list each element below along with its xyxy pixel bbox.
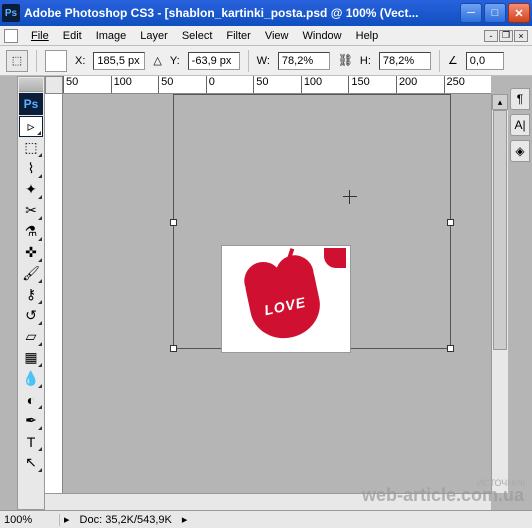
status-arrow-icon[interactable]: ▸ [178,513,192,526]
doc-close-button[interactable]: × [514,30,528,42]
scroll-thumb-v[interactable] [493,110,507,350]
titlebar: Ps Adobe Photoshop CS3 - [shablon_kartin… [0,0,532,26]
y-input[interactable] [188,52,240,70]
crop-tool[interactable]: ✂ [19,200,43,221]
doc-restore-button[interactable]: ❐ [499,30,513,42]
paragraph-panel-icon[interactable]: ¶ [510,88,530,110]
eraser-tool[interactable]: ▱ [19,326,43,347]
tool-preset-icon[interactable]: ⬚ [6,50,28,72]
zoom-arrow-icon[interactable]: ▸ [60,513,74,526]
menubar: File Edit Image Layer Select Filter View… [0,26,532,46]
marquee-tool[interactable]: ⬚ [19,137,43,158]
brush-tool[interactable]: 🖌 [19,263,43,284]
menu-help[interactable]: Help [349,28,386,44]
w-input[interactable] [278,52,330,70]
link-icon[interactable]: ⛓ [338,53,352,69]
handle-mid-right[interactable] [447,219,454,226]
menu-filter[interactable]: Filter [219,28,257,44]
options-bar: ⬚ X: △ Y: W: ⛓ H: ∠ [0,46,532,76]
close-button[interactable]: ✕ [508,3,530,23]
lasso-tool[interactable]: ⌇ [19,158,43,179]
ruler-origin[interactable] [45,76,63,94]
statusbar: 100% ▸ Doc: 35,2K/543,9K ▸ [0,510,532,528]
maximize-button[interactable]: □ [484,3,506,23]
move-tool[interactable]: ▹ [19,116,43,137]
zoom-value[interactable]: 100% [0,514,60,526]
heal-tool[interactable]: ✜ [19,242,43,263]
angle-label: ∠ [448,54,458,67]
doc-minimize-button[interactable]: - [484,30,498,42]
minimize-button[interactable]: ─ [460,3,482,23]
wand-tool[interactable]: ✦ [19,179,43,200]
menu-layer[interactable]: Layer [133,28,175,44]
menu-select[interactable]: Select [175,28,220,44]
canvas-area[interactable]: 5010050 050100 150200250 LOVE [45,76,508,510]
panel-dock: ¶ A| ◈ [508,76,532,510]
h-input[interactable] [379,52,431,70]
pen-tool[interactable]: ✒ [19,410,43,431]
blur-tool[interactable]: 💧 [19,368,43,389]
slice-tool[interactable]: ⚗ [19,221,43,242]
ruler-vertical[interactable] [45,94,63,493]
menu-file[interactable]: File [24,28,56,44]
doc-size: 35,2K/543,9K [105,514,172,526]
x-input[interactable] [93,52,145,70]
scroll-up-icon[interactable]: ▴ [492,94,508,110]
path-tool[interactable]: ↖ [19,452,43,473]
gradient-tool[interactable]: ▦ [19,347,43,368]
window-title: Adobe Photoshop CS3 - [shablon_kartinki_… [24,6,460,20]
dodge-tool[interactable]: ◐ [19,389,43,410]
w-label: W: [257,55,270,67]
ruler-horizontal[interactable]: 5010050 050100 150200250 [63,76,491,94]
watermark: web-article.com.ua [362,485,524,506]
y-label: Y: [170,55,180,67]
character-panel-icon[interactable]: A| [510,114,530,136]
angle-input[interactable] [466,52,504,70]
menu-window[interactable]: Window [296,28,349,44]
ribbon-corner-graphic [324,248,346,268]
scrollbar-vertical[interactable]: ▴ [491,94,508,493]
heart-graphic: LOVE [250,274,320,338]
toolbox-grip[interactable] [19,78,43,92]
handle-bottom-right[interactable] [447,345,454,352]
app-icon: Ps [2,4,20,22]
document-icon [4,29,18,43]
layers-panel-icon[interactable]: ◈ [510,140,530,162]
handle-bottom-left[interactable] [170,345,177,352]
type-tool[interactable]: T [19,431,43,452]
menu-view[interactable]: View [258,28,296,44]
transform-center-icon[interactable] [343,190,357,204]
history-brush-tool[interactable]: ↺ [19,305,43,326]
delta-icon: △ [153,54,161,67]
reference-point-icon[interactable] [45,50,67,72]
handle-mid-left[interactable] [170,219,177,226]
ps-logo-icon: Ps [19,93,43,115]
menu-image[interactable]: Image [89,28,134,44]
h-label: H: [360,55,371,67]
doc-label: Doc: [80,514,103,526]
stamp-tool[interactable]: ⚷ [19,284,43,305]
placed-image[interactable]: LOVE [221,245,351,353]
toolbox: Ps ▹ ⬚ ⌇ ✦ ✂ ⚗ ✜ 🖌 ⚷ ↺ ▱ ▦ 💧 ◐ ✒ T ↖ [17,76,45,510]
menu-edit[interactable]: Edit [56,28,89,44]
x-label: X: [75,55,85,67]
